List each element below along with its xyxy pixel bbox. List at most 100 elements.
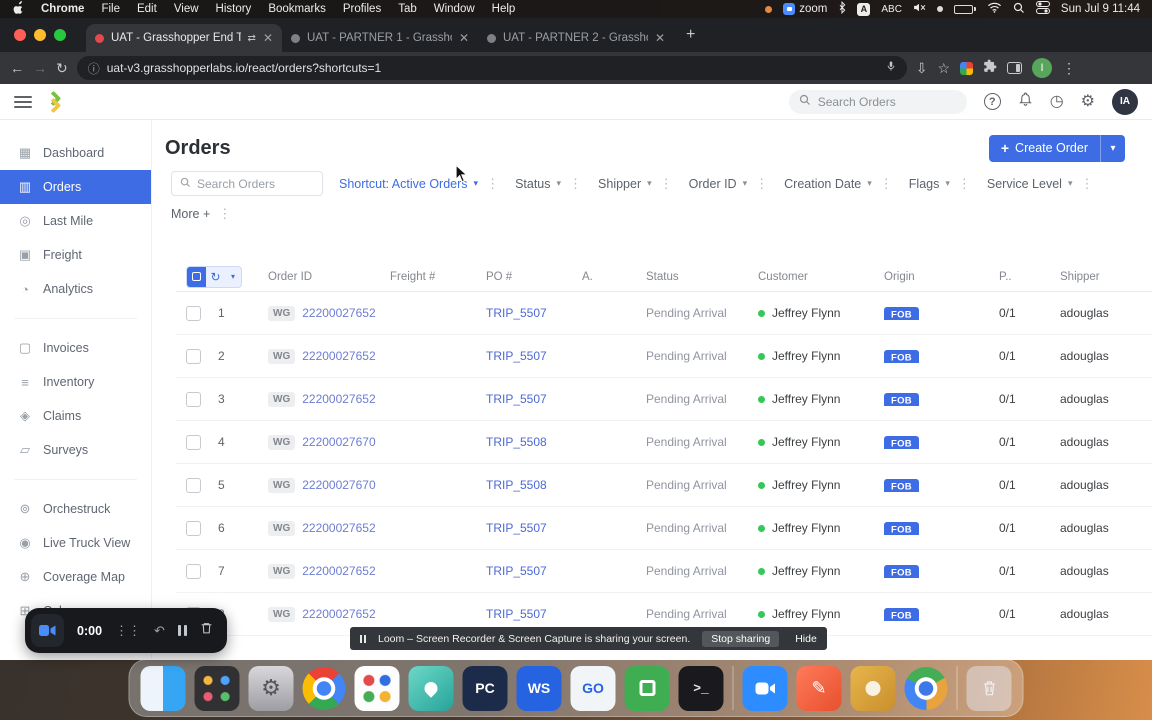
- row-checkbox[interactable]: [186, 434, 201, 450]
- dock-green-app-icon[interactable]: [624, 665, 670, 711]
- stop-sharing-button[interactable]: Stop sharing: [702, 630, 780, 647]
- dock-amber-app-icon[interactable]: [850, 665, 896, 711]
- bulk-caret-icon[interactable]: ▾: [225, 272, 241, 281]
- shortcut-filter[interactable]: Shortcut: Active Orders ▾ ⋮: [339, 176, 499, 192]
- notifications-bell-icon[interactable]: [1018, 91, 1033, 112]
- dock-go-app-icon[interactable]: GO: [570, 665, 616, 711]
- dock-colorful-grid-app-icon[interactable]: [354, 665, 400, 711]
- table-row[interactable]: 4 WG 22200027670 TRIP_5508 Pending Arriv…: [176, 421, 1152, 464]
- po-number-link[interactable]: TRIP_5508: [486, 478, 547, 492]
- row-checkbox[interactable]: [186, 520, 201, 536]
- filter-kebab-icon[interactable]: ⋮: [486, 176, 499, 192]
- dock-annotation-app-icon[interactable]: ✎: [796, 665, 842, 711]
- dock-finder-icon[interactable]: [140, 665, 186, 711]
- filter-kebab-icon[interactable]: ⋮: [880, 176, 893, 192]
- sidebar-item[interactable]: ▢ Invoices: [0, 331, 151, 365]
- dock-settings-icon[interactable]: ⚙: [248, 665, 294, 711]
- filter-dropdown[interactable]: Service Level ▾ ⋮: [987, 176, 1094, 192]
- row-checkbox[interactable]: [186, 305, 201, 321]
- settings-gear-icon[interactable]: ⚙: [1081, 93, 1095, 110]
- table-row[interactable]: 1 WG 22200027652 TRIP_5507 Pending Arriv…: [176, 292, 1152, 335]
- mic-icon[interactable]: [886, 60, 896, 76]
- sidebar-item[interactable]: ▦ Dashboard: [0, 136, 151, 170]
- dock-browser2-icon[interactable]: [904, 666, 948, 710]
- row-checkbox[interactable]: [186, 563, 201, 579]
- loom-delete-icon[interactable]: [200, 621, 213, 640]
- row-checkbox[interactable]: [186, 391, 201, 407]
- create-order-button[interactable]: + Create Order ▾: [988, 134, 1125, 162]
- spotlight-icon[interactable]: [1013, 2, 1025, 17]
- battery-icon[interactable]: [953, 4, 976, 14]
- dock-ws-app-icon[interactable]: WS: [516, 665, 562, 711]
- sidebar-item[interactable]: ◎ Last Mile: [0, 204, 151, 238]
- control-center-icon[interactable]: [1035, 1, 1050, 17]
- filter-dropdown[interactable]: Shipper ▾ ⋮: [598, 176, 673, 192]
- reload-icon[interactable]: ↻: [56, 60, 68, 77]
- po-number-link[interactable]: TRIP_5507: [486, 392, 547, 406]
- download-icon[interactable]: ⇩: [916, 60, 928, 77]
- extension-colorful-icon[interactable]: [960, 61, 974, 75]
- po-number-link[interactable]: TRIP_5508: [486, 435, 547, 449]
- table-row[interactable]: 2 WG 22200027652 TRIP_5507 Pending Arriv…: [176, 335, 1152, 378]
- order-id-link[interactable]: 22200027670: [302, 435, 375, 449]
- sidebar-item[interactable]: ▱ Surveys: [0, 433, 151, 467]
- order-id-link[interactable]: 22200027652: [302, 521, 375, 535]
- row-checkbox[interactable]: [186, 348, 201, 364]
- browser-profile-avatar[interactable]: I: [1032, 58, 1053, 78]
- sidebar-collapse-icon[interactable]: «: [152, 125, 153, 130]
- po-number-link[interactable]: TRIP_5507: [486, 349, 547, 363]
- po-number-link[interactable]: TRIP_5507: [486, 306, 547, 320]
- menubar-item-view[interactable]: View: [174, 3, 199, 15]
- input-source-abc[interactable]: ABC: [881, 4, 902, 15]
- menubar-item-profiles[interactable]: Profiles: [343, 3, 381, 15]
- sidebar-item[interactable]: ◔ Analytics: [0, 272, 151, 306]
- filter-kebab-icon[interactable]: ⋮: [218, 206, 231, 222]
- help-icon[interactable]: ?: [983, 93, 1001, 110]
- dock-pc-app-icon[interactable]: PC: [462, 665, 508, 711]
- menubar-item-history[interactable]: History: [216, 3, 252, 15]
- hide-banner-button[interactable]: Hide: [795, 633, 817, 645]
- order-id-link[interactable]: 22200027670: [302, 478, 375, 492]
- mute-icon[interactable]: [913, 2, 926, 16]
- dock-launchpad-icon[interactable]: [194, 665, 240, 711]
- menubar-item-help[interactable]: Help: [492, 3, 516, 15]
- browser-tab[interactable]: UAT - PARTNER 2 - Grasshopp ✕: [478, 24, 674, 52]
- po-number-link[interactable]: TRIP_5507: [486, 607, 547, 621]
- loom-drag-handle-icon[interactable]: ⋮⋮: [115, 624, 141, 637]
- grasshopper-logo[interactable]: [45, 90, 68, 113]
- loom-camera-icon[interactable]: [31, 614, 64, 647]
- table-row[interactable]: 3 WG 22200027652 TRIP_5507 Pending Arriv…: [176, 378, 1152, 421]
- bluetooth-icon[interactable]: [838, 0, 846, 17]
- table-row[interactable]: 6 WG 22200027652 TRIP_5507 Pending Arriv…: [176, 507, 1152, 550]
- back-icon[interactable]: ←: [10, 60, 24, 76]
- dock-trash-icon[interactable]: [966, 665, 1012, 711]
- order-id-link[interactable]: 22200027652: [302, 349, 375, 363]
- sidebar-item[interactable]: ◉ Live Truck View: [0, 526, 151, 560]
- sidebar-item[interactable]: ▣ Freight: [0, 238, 151, 272]
- new-tab-button[interactable]: +: [686, 26, 695, 44]
- browser-menu-kebab-icon[interactable]: ⋮: [1062, 60, 1076, 77]
- dock-chrome-icon[interactable]: [302, 666, 346, 710]
- select-all-checkbox[interactable]: [187, 266, 206, 287]
- tab-close-icon[interactable]: ✕: [459, 31, 469, 45]
- po-number-link[interactable]: TRIP_5507: [486, 564, 547, 578]
- table-row[interactable]: 7 WG 22200027652 TRIP_5507 Pending Arriv…: [176, 550, 1152, 593]
- filter-kebab-icon[interactable]: ⋮: [958, 176, 971, 192]
- zoom-window-button[interactable]: [54, 29, 66, 41]
- sidebar-item[interactable]: ≡ Inventory: [0, 365, 151, 399]
- side-panel-icon[interactable]: [1007, 62, 1023, 74]
- filter-kebab-icon[interactable]: ⋮: [755, 176, 768, 192]
- menubar-clock[interactable]: Sun Jul 9 11:44: [1061, 3, 1140, 15]
- row-checkbox[interactable]: [186, 477, 201, 493]
- bulk-select-control[interactable]: ↻ ▾: [186, 265, 242, 288]
- sidebar-item[interactable]: ⊕ Coverage Map: [0, 560, 151, 594]
- menubar-item-window[interactable]: Window: [434, 3, 475, 15]
- orders-search-input[interactable]: [197, 176, 307, 191]
- orders-search[interactable]: [171, 171, 323, 196]
- user-avatar[interactable]: IA: [1112, 88, 1138, 115]
- more-filters[interactable]: More + ⋮: [171, 206, 231, 222]
- sidebar-item[interactable]: ◈ Claims: [0, 399, 151, 433]
- menubar-item-file[interactable]: File: [101, 3, 120, 15]
- filter-dropdown[interactable]: Order ID ▾ ⋮: [689, 176, 768, 192]
- minimize-window-button[interactable]: [34, 29, 46, 41]
